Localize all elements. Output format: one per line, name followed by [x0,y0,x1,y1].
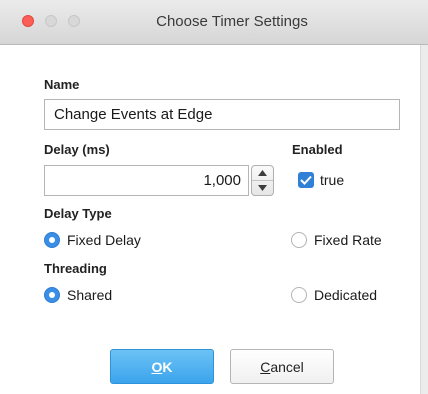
shared-radio[interactable] [44,287,60,303]
delay-input[interactable]: 1,000 [44,165,249,196]
threading-label: Threading [44,261,107,276]
enabled-checkbox[interactable] [298,172,314,188]
enabled-label: Enabled [292,142,343,157]
fixed-delay-radio-label[interactable]: Fixed Delay [67,232,141,248]
stepper-down-button[interactable] [252,181,273,195]
ok-mnemonic: O [151,358,163,375]
delay-label: Delay (ms) [44,142,110,157]
shared-radio-label[interactable]: Shared [67,287,112,303]
ok-button[interactable]: OK [110,349,214,384]
triangle-up-icon [258,170,267,176]
dedicated-radio-label[interactable]: Dedicated [314,287,377,303]
delay-stepper[interactable] [251,165,274,196]
title-bar[interactable]: Choose Timer Settings [0,0,428,45]
timer-settings-dialog: Choose Timer Settings Name Change Events… [0,0,428,394]
checkmark-icon [300,175,312,185]
name-input[interactable]: Change Events at Edge [44,99,400,130]
cancel-mnemonic: C [260,358,271,375]
delay-type-label: Delay Type [44,206,112,221]
ok-label-rest: K [162,358,173,375]
enabled-checkbox-label[interactable]: true [320,172,344,188]
cancel-button[interactable]: Cancel [230,349,334,384]
name-label: Name [44,77,80,92]
window-title: Choose Timer Settings [156,13,308,30]
fixed-rate-radio-label[interactable]: Fixed Rate [314,232,382,248]
stepper-up-button[interactable] [252,166,273,181]
fixed-delay-radio[interactable] [44,232,60,248]
dedicated-radio[interactable] [291,287,307,303]
triangle-down-icon [258,185,267,191]
fixed-rate-radio[interactable] [291,232,307,248]
cancel-label-rest: ancel [270,358,304,375]
